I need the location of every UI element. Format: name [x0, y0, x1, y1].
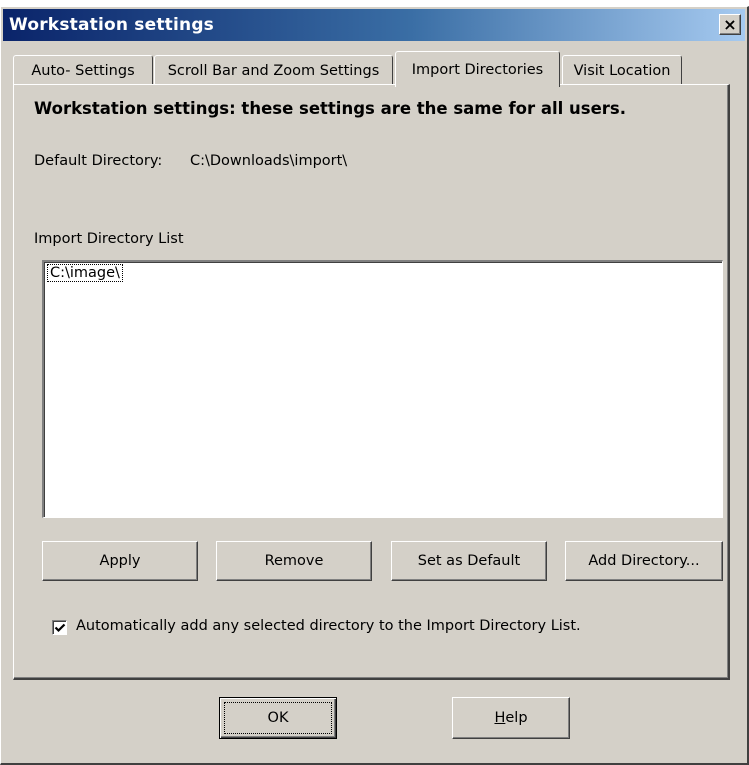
import-directory-listbox[interactable]: C:\image\ — [42, 260, 723, 518]
tab-auto-settings[interactable]: Auto- Settings — [13, 55, 153, 85]
auto-add-checkbox[interactable] — [52, 620, 67, 635]
dialog-window: Workstation settings × Auto- Settings Sc… — [0, 6, 749, 765]
help-label: elp — [505, 710, 528, 726]
help-button[interactable]: Help — [452, 697, 570, 739]
default-directory-value: C:\Downloads\import\ — [190, 153, 348, 169]
checkmark-icon — [54, 623, 66, 633]
default-directory-label: Default Directory: — [34, 153, 163, 169]
list-item[interactable]: C:\image\ — [47, 264, 123, 282]
apply-button[interactable]: Apply — [42, 541, 198, 581]
ok-button[interactable]: OK — [219, 697, 337, 739]
auto-add-label[interactable]: Automatically add any selected directory… — [76, 618, 581, 634]
import-directory-list-label: Import Directory List — [34, 231, 184, 247]
tab-visit-location[interactable]: Visit Location — [562, 55, 682, 85]
add-directory-button[interactable]: Add Directory... — [565, 541, 723, 581]
window-title: Workstation settings — [9, 15, 215, 35]
close-button[interactable]: × — [719, 14, 741, 35]
tab-scroll-bar-zoom[interactable]: Scroll Bar and Zoom Settings — [154, 55, 393, 85]
tab-import-directories[interactable]: Import Directories — [395, 51, 560, 87]
panel-heading: Workstation settings: these settings are… — [34, 99, 627, 118]
remove-button[interactable]: Remove — [216, 541, 372, 581]
set-as-default-button[interactable]: Set as Default — [391, 541, 547, 581]
tab-strip: Auto- Settings Scroll Bar and Zoom Setti… — [13, 51, 713, 87]
focus-ring — [224, 702, 332, 734]
title-bar[interactable]: Workstation settings × — [3, 9, 745, 41]
import-directories-panel: Workstation settings: these settings are… — [13, 84, 730, 680]
close-icon: × — [723, 14, 737, 34]
help-mnemonic: H — [494, 710, 506, 726]
